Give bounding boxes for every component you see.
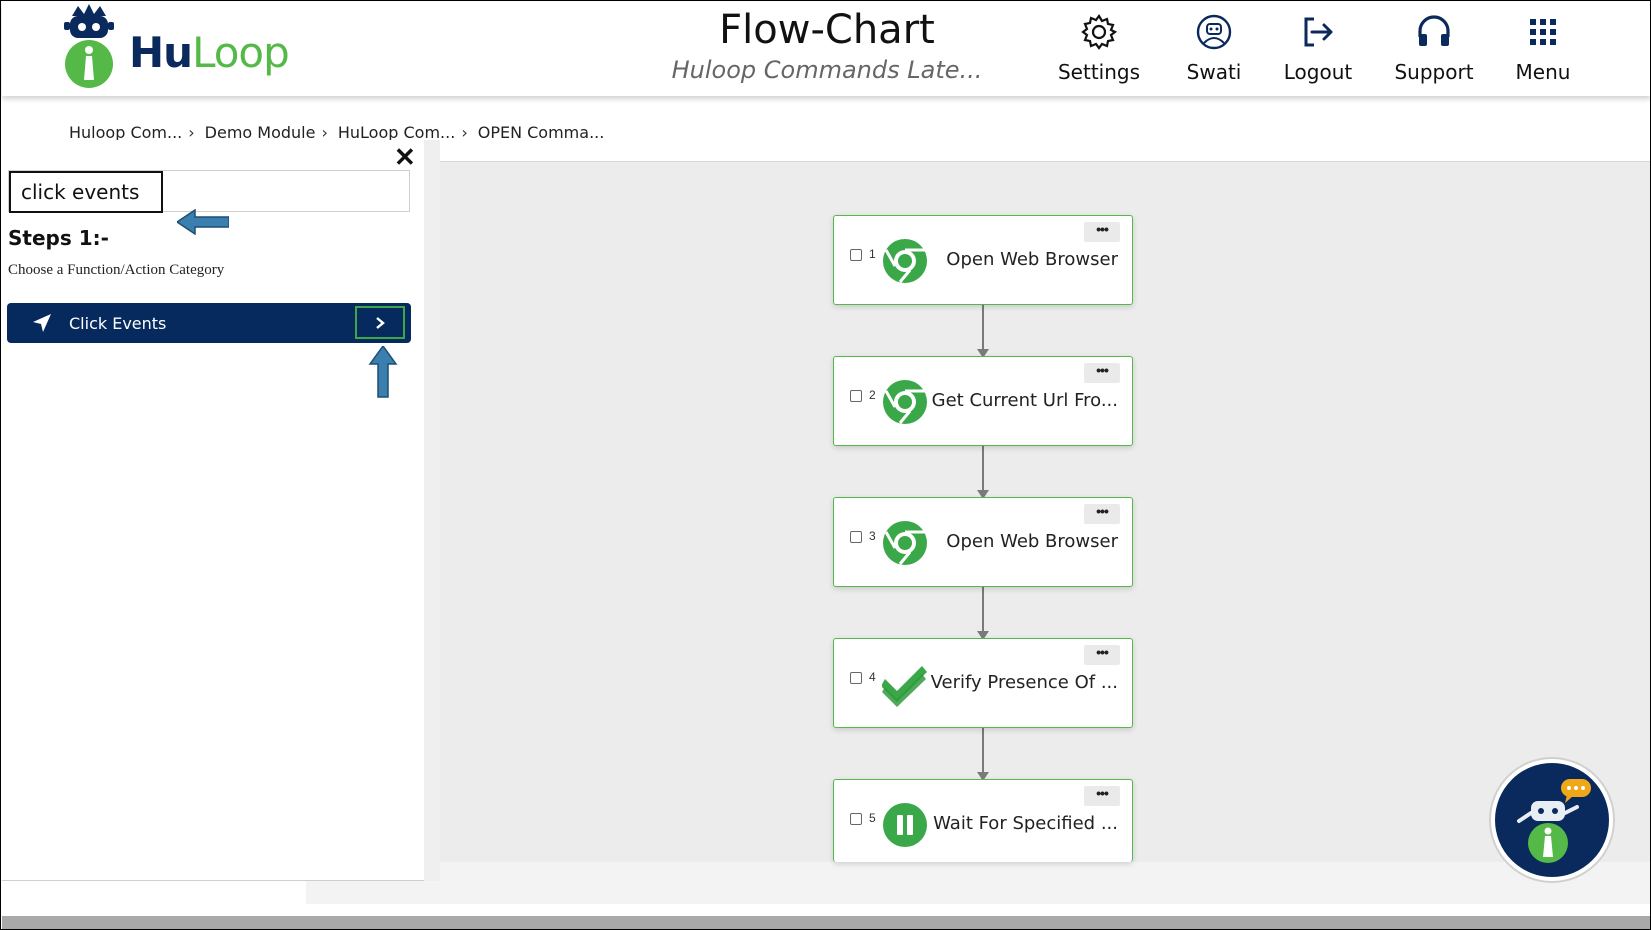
- nav-settings-label: Settings: [1057, 60, 1141, 84]
- node-checkbox[interactable]: [850, 390, 862, 402]
- flow-node[interactable]: 5 Wait For Specified ... •••: [833, 779, 1133, 862]
- more-options-button[interactable]: •••: [1084, 363, 1120, 383]
- flow-node[interactable]: 4 Verify Presence Of ... •••: [833, 638, 1133, 728]
- flow-node[interactable]: 2 Get Current Url Fro... •••: [833, 356, 1133, 446]
- page-subtitle: Huloop Commands Late...: [671, 56, 983, 84]
- user-robot-icon: [1196, 14, 1232, 50]
- grid-icon: [1530, 19, 1556, 45]
- node-checkbox[interactable]: [850, 249, 862, 261]
- logo-text-hu: Hu: [129, 28, 193, 77]
- checkmark-icon: [882, 666, 927, 707]
- steps-description: Choose a Function/Action Category: [8, 262, 225, 278]
- horizontal-scrollbar[interactable]: [2, 916, 1650, 929]
- node-label: Get Current Url Fro...: [931, 390, 1118, 411]
- close-panel-button[interactable]: ✕: [394, 142, 416, 173]
- nav-support-label: Support: [1394, 60, 1474, 84]
- arrow-up-icon: [368, 346, 398, 398]
- logo-wordmark: HuLoop: [129, 28, 290, 77]
- robot-mascot-icon: [64, 4, 114, 88]
- chrome-icon: [883, 380, 927, 424]
- node-number: 5: [869, 811, 876, 825]
- location-arrow-icon: [33, 314, 51, 332]
- steps-title: Steps 1:-: [8, 226, 109, 250]
- more-options-button[interactable]: •••: [1084, 786, 1120, 806]
- category-click-events[interactable]: Click Events: [7, 303, 411, 343]
- chrome-icon: [883, 239, 927, 283]
- node-label: Wait For Specified ...: [933, 813, 1118, 834]
- chevron-right-icon: ›: [461, 123, 468, 142]
- chatbot-launcher[interactable]: [1491, 759, 1613, 881]
- more-options-button[interactable]: •••: [1084, 504, 1120, 524]
- node-number: 1: [869, 247, 876, 261]
- nav-logout[interactable]: Logout: [1263, 10, 1373, 84]
- connector-line: [982, 446, 984, 490]
- arrow-left-icon: [177, 209, 229, 235]
- node-label: Open Web Browser: [946, 249, 1118, 270]
- canvas-footer: [306, 862, 1650, 904]
- flow-node[interactable]: 3 Open Web Browser •••: [833, 497, 1133, 587]
- page-title-block: Flow-Chart Huloop Commands Late...: [622, 6, 1032, 86]
- app-window: HuLoop Flow-Chart Huloop Commands Late..…: [0, 0, 1651, 930]
- category-label: Click Events: [69, 313, 167, 333]
- huloop-logo[interactable]: HuLoop: [54, 2, 294, 96]
- node-label: Verify Presence Of ...: [930, 672, 1118, 693]
- search-input[interactable]: [9, 171, 163, 213]
- connector-line: [982, 305, 984, 349]
- panel-scrollbar[interactable]: [424, 140, 440, 881]
- page-title: Flow-Chart: [719, 7, 935, 53]
- breadcrumb-item[interactable]: OPEN Comma...: [478, 123, 605, 142]
- node-number: 3: [869, 529, 876, 543]
- nav-user[interactable]: Swati: [1159, 10, 1269, 84]
- command-panel: ✕ Steps 1:- Choose a Function/Action Cat…: [2, 140, 440, 881]
- expand-category-button[interactable]: [355, 306, 405, 339]
- logo-text-loop: Loop: [192, 28, 290, 77]
- chevron-right-icon: [376, 316, 385, 329]
- nav-logout-label: Logout: [1283, 60, 1353, 84]
- node-checkbox[interactable]: [850, 813, 862, 825]
- nav-user-label: Swati: [1186, 60, 1242, 84]
- node-checkbox[interactable]: [850, 672, 862, 684]
- gear-icon: [1081, 14, 1118, 50]
- node-checkbox[interactable]: [850, 531, 862, 543]
- headset-icon: [1418, 15, 1450, 46]
- connector-line: [982, 587, 984, 631]
- node-number: 2: [869, 388, 876, 402]
- more-options-button[interactable]: •••: [1084, 645, 1120, 665]
- nav-menu-label: Menu: [1515, 60, 1571, 84]
- nav-settings[interactable]: Settings: [1044, 10, 1154, 84]
- logout-icon: [1304, 17, 1333, 47]
- chrome-icon: [883, 521, 927, 565]
- flow-node[interactable]: 1 Open Web Browser •••: [833, 215, 1133, 305]
- nav-support[interactable]: Support: [1379, 10, 1489, 84]
- nav-menu[interactable]: Menu: [1488, 10, 1598, 84]
- top-header: HuLoop Flow-Chart Huloop Commands Late..…: [2, 2, 1650, 96]
- node-label: Open Web Browser: [946, 531, 1118, 552]
- more-options-button[interactable]: •••: [1084, 222, 1120, 242]
- search-box[interactable]: [8, 170, 410, 235]
- chatbot-robot-icon: [1517, 779, 1591, 863]
- node-number: 4: [869, 670, 876, 684]
- connector-line: [982, 728, 984, 772]
- pause-icon: [883, 803, 927, 847]
